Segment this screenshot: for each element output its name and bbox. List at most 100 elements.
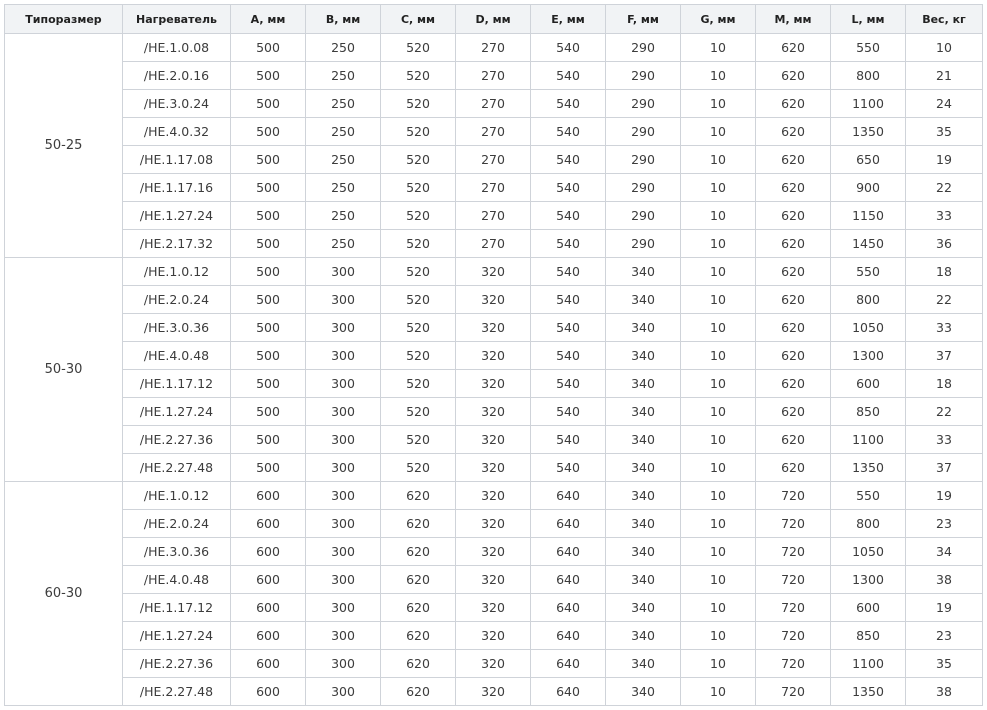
value-cell: 340 — [605, 397, 681, 426]
value-cell: 720 — [755, 677, 831, 706]
value-cell: 300 — [305, 537, 381, 566]
value-cell: 23 — [905, 621, 983, 650]
value-cell: 620 — [755, 117, 831, 146]
value-cell: 10 — [680, 89, 756, 118]
value-cell: 250 — [305, 173, 381, 202]
heater-cell: /HE.2.0.24 — [122, 509, 231, 538]
value-cell: 720 — [755, 565, 831, 594]
value-cell: 270 — [455, 145, 531, 174]
value-cell: 720 — [755, 481, 831, 510]
value-cell: 270 — [455, 61, 531, 90]
value-cell: 640 — [530, 509, 606, 538]
header-heater: Нагреватель — [122, 4, 231, 34]
table-body: 50-25/HE.1.0.08 500 250 520 270 540 290 10 620 55… — [4, 33, 983, 706]
type-cell: 50-25 — [4, 33, 123, 258]
value-cell: 520 — [380, 285, 456, 314]
table-row: /HE.1.27.24 600 300 620 320 640 340 10 720 850 23 — [5, 621, 983, 650]
value-cell: 340 — [605, 593, 681, 622]
value-cell: 600 — [830, 593, 906, 622]
value-cell: 520 — [380, 425, 456, 454]
heater-cell: /HE.3.0.36 — [122, 313, 231, 342]
value-cell: 520 — [380, 61, 456, 90]
value-cell: 340 — [605, 285, 681, 314]
value-cell: 550 — [830, 33, 906, 62]
table-row: /HE.3.0.36 600 300 620 320 640 340 10 720 1050 34 — [5, 537, 983, 566]
value-cell: 320 — [455, 621, 531, 650]
value-cell: 10 — [680, 481, 756, 510]
value-cell: 500 — [230, 453, 306, 482]
value-cell: 270 — [455, 117, 531, 146]
value-cell: 300 — [305, 481, 381, 510]
value-cell: 520 — [380, 341, 456, 370]
value-cell: 800 — [830, 285, 906, 314]
header-type: Типоразмер — [4, 4, 123, 34]
table-row: /HE.1.17.12 600 300 620 320 640 340 10 720 600 19 — [5, 593, 983, 622]
heater-cell: /HE.4.0.48 — [122, 565, 231, 594]
value-cell: 22 — [905, 285, 983, 314]
value-cell: 300 — [305, 257, 381, 286]
value-cell: 900 — [830, 173, 906, 202]
value-cell: 620 — [755, 285, 831, 314]
page: Типоразмер Нагреватель A, мм B, мм C, мм… — [0, 0, 987, 710]
heater-cell: /HE.1.17.08 — [122, 145, 231, 174]
value-cell: 1150 — [830, 201, 906, 230]
header-g: G, мм — [680, 4, 756, 34]
value-cell: 620 — [755, 313, 831, 342]
heater-cell: /HE.1.17.12 — [122, 369, 231, 398]
table-row: /HE.3.0.36 500 300 520 320 540 340 10 620 1050 33 — [5, 313, 983, 342]
value-cell: 500 — [230, 61, 306, 90]
value-cell: 620 — [755, 145, 831, 174]
value-cell: 10 — [680, 649, 756, 678]
value-cell: 300 — [305, 369, 381, 398]
value-cell: 22 — [905, 173, 983, 202]
table-row: /HE.1.27.24 500 300 520 320 540 340 10 620 850 22 — [5, 397, 983, 426]
value-cell: 640 — [530, 593, 606, 622]
value-cell: 300 — [305, 649, 381, 678]
value-cell: 320 — [455, 537, 531, 566]
value-cell: 270 — [455, 89, 531, 118]
value-cell: 720 — [755, 537, 831, 566]
value-cell: 36 — [905, 229, 983, 258]
value-cell: 600 — [230, 537, 306, 566]
value-cell: 10 — [680, 453, 756, 482]
value-cell: 540 — [530, 201, 606, 230]
value-cell: 270 — [455, 173, 531, 202]
value-cell: 33 — [905, 425, 983, 454]
value-cell: 18 — [905, 257, 983, 286]
table-header-row: Типоразмер Нагреватель A, мм B, мм C, мм… — [4, 4, 983, 34]
value-cell: 290 — [605, 145, 681, 174]
value-cell: 35 — [905, 649, 983, 678]
value-cell: 290 — [605, 229, 681, 258]
table-row: /HE.2.0.24 500 300 520 320 540 340 10 620 800 22 — [5, 285, 983, 314]
table-row: /HE.1.17.08 500 250 520 270 540 290 10 620 650 19 — [5, 145, 983, 174]
table-row: /HE.3.0.24 500 250 520 270 540 290 10 620 1100 24 — [5, 89, 983, 118]
value-cell: 10 — [680, 397, 756, 426]
value-cell: 540 — [530, 285, 606, 314]
value-cell: 340 — [605, 509, 681, 538]
heater-cell: /HE.1.0.08 — [122, 33, 231, 62]
value-cell: 620 — [380, 593, 456, 622]
heater-cell: /HE.3.0.36 — [122, 537, 231, 566]
heater-cell: /HE.1.27.24 — [122, 201, 231, 230]
value-cell: 540 — [530, 173, 606, 202]
heater-cell: /HE.4.0.32 — [122, 117, 231, 146]
value-cell: 500 — [230, 425, 306, 454]
value-cell: 720 — [755, 621, 831, 650]
value-cell: 33 — [905, 201, 983, 230]
value-cell: 500 — [230, 173, 306, 202]
value-cell: 300 — [305, 621, 381, 650]
value-cell: 1300 — [830, 565, 906, 594]
heater-cell: /HE.1.27.24 — [122, 621, 231, 650]
value-cell: 320 — [455, 677, 531, 706]
value-cell: 640 — [530, 621, 606, 650]
value-cell: 850 — [830, 397, 906, 426]
value-cell: 320 — [455, 313, 531, 342]
value-cell: 540 — [530, 117, 606, 146]
value-cell: 10 — [680, 341, 756, 370]
value-cell: 640 — [530, 481, 606, 510]
value-cell: 520 — [380, 33, 456, 62]
heater-cell: /HE.4.0.48 — [122, 341, 231, 370]
value-cell: 500 — [230, 341, 306, 370]
value-cell: 38 — [905, 677, 983, 706]
value-cell: 21 — [905, 61, 983, 90]
